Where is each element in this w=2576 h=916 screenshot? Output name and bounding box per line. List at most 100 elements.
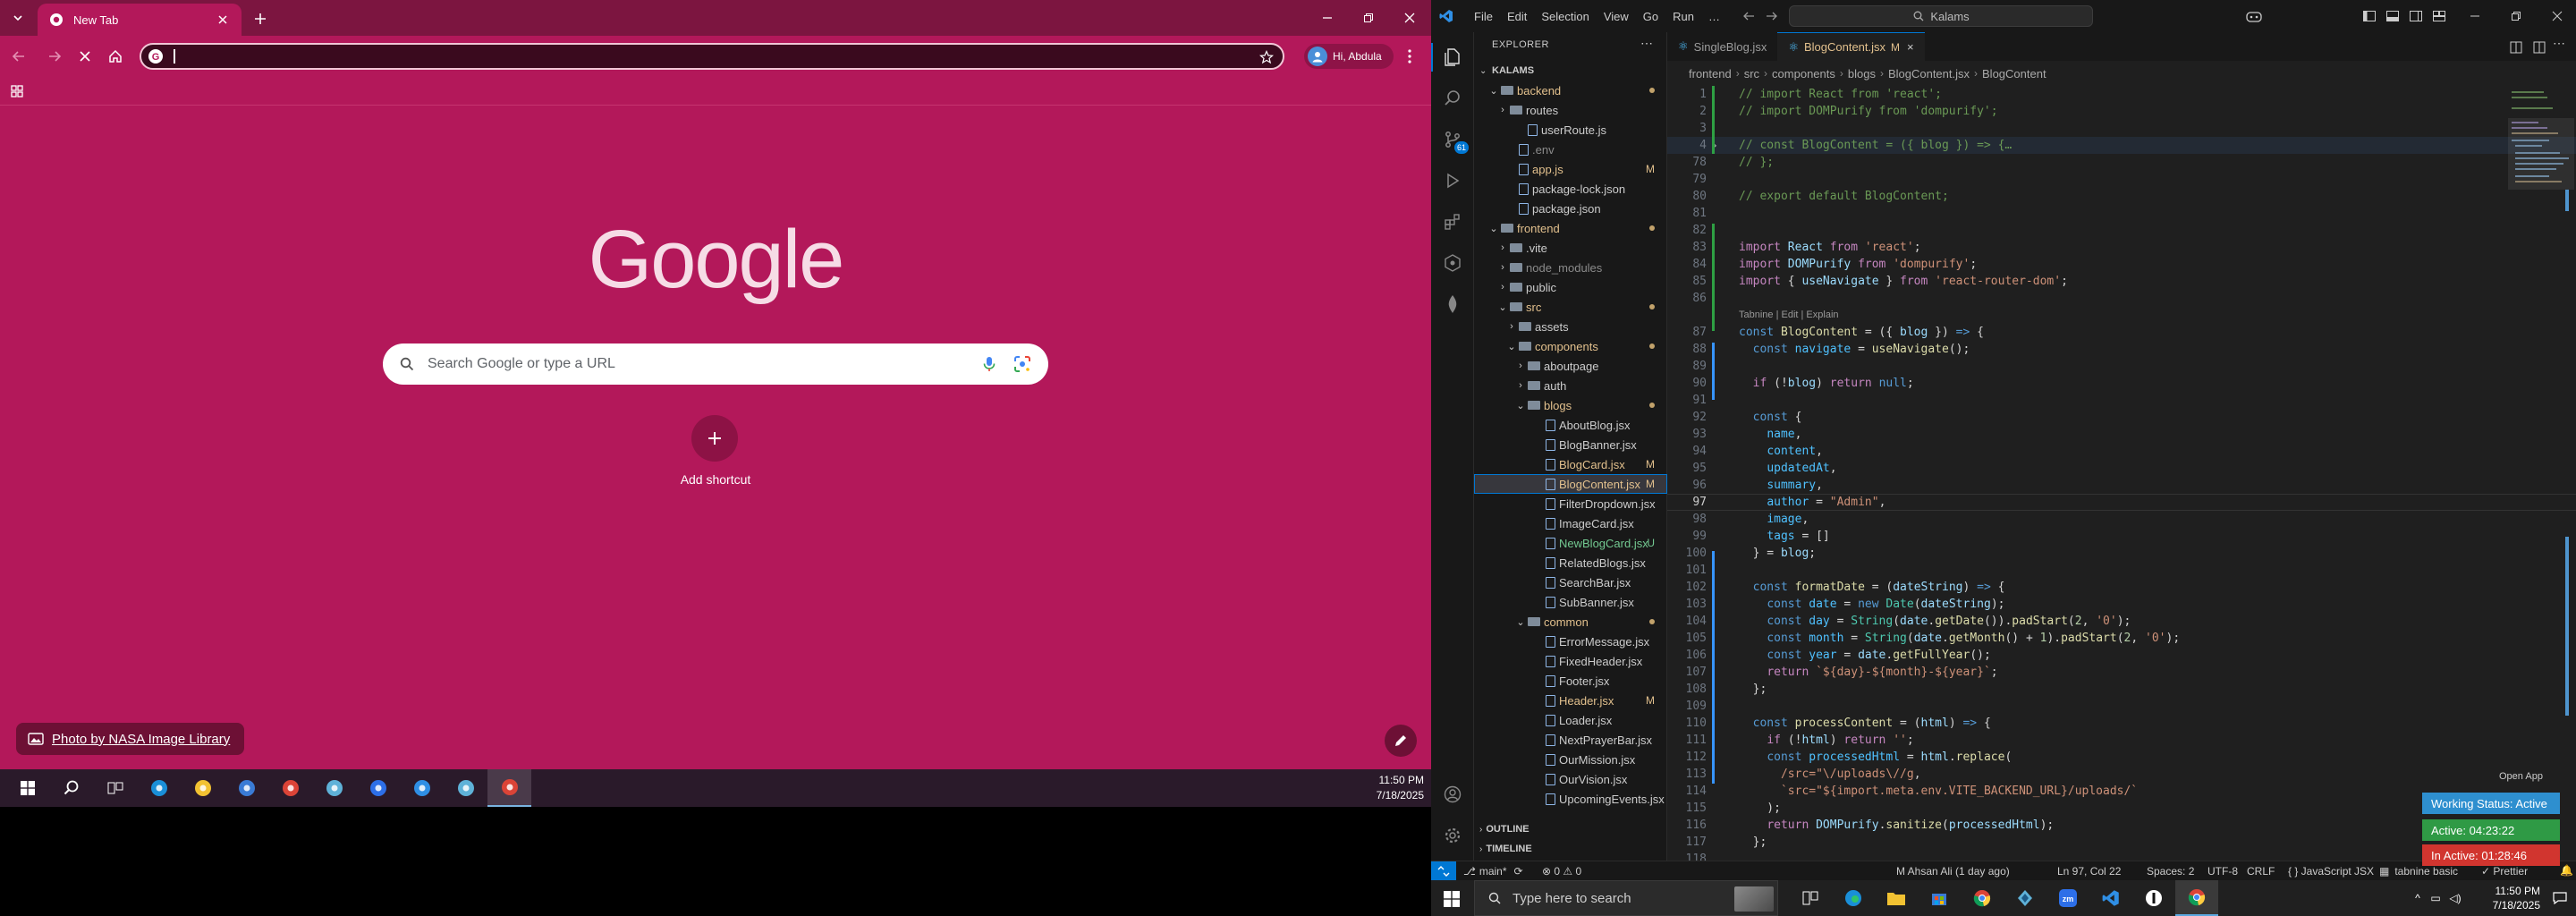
tree-file[interactable]: FilterDropdown.jsx [1474, 494, 1667, 513]
vscode-icon[interactable] [400, 769, 444, 807]
chrome-icon[interactable] [487, 769, 531, 807]
chrome-icon[interactable] [2175, 880, 2218, 916]
host-clock[interactable]: 11:50 PM 7/18/2025 [2469, 884, 2540, 912]
tree-file[interactable]: SearchBar.jsx [1474, 572, 1667, 592]
minimize-icon[interactable] [1318, 9, 1336, 27]
close-window-icon[interactable] [1401, 9, 1419, 27]
outline-section[interactable]: › OUTLINE [1474, 819, 1667, 839]
menu-item[interactable]: View [1597, 10, 1636, 23]
chrome-icon[interactable] [1961, 880, 2004, 916]
working-status-badge[interactable]: Working Status: Active [2422, 793, 2560, 814]
run-debug-icon[interactable] [1442, 170, 1463, 191]
menu-item[interactable]: … [1701, 10, 1727, 23]
app-icon[interactable] [2004, 880, 2046, 916]
apps-grid-icon[interactable] [9, 83, 25, 99]
tree-folder[interactable]: › assets [1474, 317, 1667, 336]
zoom-icon[interactable] [356, 769, 400, 807]
tree-file[interactable]: .env [1474, 140, 1667, 159]
account-icon[interactable] [1442, 784, 1463, 805]
store-icon[interactable] [225, 769, 268, 807]
menu-item[interactable]: Selection [1534, 10, 1596, 23]
app-icon[interactable] [312, 769, 356, 807]
task-view-icon[interactable] [1789, 880, 1832, 916]
close-tab-icon[interactable] [215, 12, 231, 28]
command-center[interactable]: Kalams [1789, 5, 2093, 27]
new-tab-icon[interactable] [250, 9, 270, 29]
forward-icon[interactable] [45, 47, 64, 66]
tree-file[interactable]: package.json [1474, 199, 1667, 218]
tree-file[interactable]: ErrorMessage.jsx [1474, 632, 1667, 651]
network-icon[interactable]: ▭ [2426, 892, 2445, 904]
stop-loading-icon[interactable] [75, 47, 95, 66]
tree-file[interactable]: app.js M [1474, 159, 1667, 179]
task-view-icon[interactable] [93, 769, 137, 807]
compare-icon[interactable] [2508, 39, 2524, 55]
layout-panel-icon[interactable] [2385, 8, 2401, 24]
windows-start-icon[interactable] [1442, 889, 1462, 909]
tree-file[interactable]: NewBlogCard.jsx U [1474, 533, 1667, 553]
git-blame-status[interactable]: M Ahsan Ali (1 day ago) [1896, 861, 2010, 880]
minimap[interactable] [2508, 86, 2576, 202]
breadcrumb-item[interactable]: BlogContent [1982, 67, 2046, 81]
chrome-icon[interactable] [268, 769, 312, 807]
menu-item[interactable]: Edit [1500, 10, 1534, 23]
edge-icon[interactable] [137, 769, 181, 807]
tree-folder[interactable]: › .vite [1474, 238, 1667, 258]
tree-folder[interactable]: › auth [1474, 376, 1667, 395]
timeline-section[interactable]: › TIMELINE [1474, 839, 1667, 859]
cursor-position-status[interactable]: Ln 97, Col 22 [2057, 861, 2121, 880]
tree-file[interactable]: Header.jsx M [1474, 691, 1667, 710]
tree-folder[interactable]: ⌄ src [1474, 297, 1667, 317]
vertical-scrollbar[interactable] [2571, 86, 2576, 861]
notification-center-icon[interactable] [2551, 889, 2569, 907]
close-window-icon[interactable] [2549, 8, 2565, 24]
breadcrumb-item[interactable]: components [1772, 67, 1835, 81]
nav-back-icon[interactable] [1741, 8, 1757, 24]
extensions-icon[interactable] [1442, 211, 1463, 233]
tree-file[interactable]: AboutBlog.jsx [1474, 415, 1667, 435]
tree-folder[interactable]: ⌄ backend [1474, 81, 1667, 100]
tree-file[interactable]: BlogCard.jsx M [1474, 454, 1667, 474]
tree-file[interactable]: RelatedBlogs.jsx [1474, 553, 1667, 572]
problems-status[interactable]: ⊗ 0 ⚠ 0 [1542, 861, 1581, 880]
customize-layout-icon[interactable] [2431, 8, 2447, 24]
taskbar-search-box[interactable]: Type here to search [1474, 880, 1778, 916]
profile-button[interactable]: Hi, Abdula [1304, 44, 1394, 69]
copilot-icon[interactable] [2241, 7, 2267, 25]
tree-file[interactable]: OurVision.jsx [1474, 769, 1667, 789]
tree-file[interactable]: package-lock.json [1474, 179, 1667, 199]
tree-folder[interactable]: › public [1474, 277, 1667, 297]
tab-blogcontent-jsx[interactable]: ⚛ BlogContent.jsx M × [1777, 32, 1925, 61]
tree-folder[interactable]: ⌄ frontend [1474, 218, 1667, 238]
breadcrumb-item[interactable]: src [1744, 67, 1759, 81]
more-menu-icon[interactable] [1401, 47, 1419, 66]
restore-icon[interactable] [1360, 9, 1377, 27]
tree-file[interactable]: Footer.jsx [1474, 671, 1667, 691]
split-editor-icon[interactable] [2531, 39, 2547, 55]
remote-indicator[interactable] [1431, 861, 1456, 880]
file-explorer-icon[interactable] [1875, 880, 1918, 916]
back-icon[interactable] [9, 47, 29, 66]
vscode-icon[interactable] [2089, 880, 2132, 916]
encoding-status[interactable]: UTF-8 [2207, 861, 2238, 880]
code-lens[interactable]: Tabnine | Edit | Explain [1739, 307, 1839, 324]
tree-folder[interactable]: ⌄ common [1474, 612, 1667, 632]
menu-item[interactable]: Run [1665, 10, 1701, 23]
customize-chrome-button[interactable] [1385, 725, 1417, 757]
app-icon[interactable] [444, 769, 487, 807]
edge-icon[interactable] [1832, 880, 1875, 916]
volume-icon[interactable]: ◁) [2445, 892, 2465, 904]
explorer-icon[interactable] [1442, 47, 1463, 68]
nav-forward-icon[interactable] [1764, 8, 1780, 24]
search-icon[interactable] [49, 769, 93, 807]
bookmark-star-icon[interactable] [1258, 48, 1275, 66]
breadcrumb-item[interactable]: frontend [1689, 67, 1732, 81]
menu-item[interactable]: File [1467, 10, 1500, 23]
tree-file[interactable]: NextPrayerBar.jsx [1474, 730, 1667, 750]
close-tab-icon[interactable]: × [1907, 40, 1914, 54]
branch-status[interactable]: ⎇ main* ⟳ [1463, 861, 1523, 880]
mongodb-icon[interactable] [1442, 293, 1463, 315]
explorer-more-icon[interactable]: ⋯ [1640, 36, 1653, 51]
tree-folder[interactable]: › node_modules [1474, 258, 1667, 277]
search-icon[interactable] [1442, 88, 1463, 109]
